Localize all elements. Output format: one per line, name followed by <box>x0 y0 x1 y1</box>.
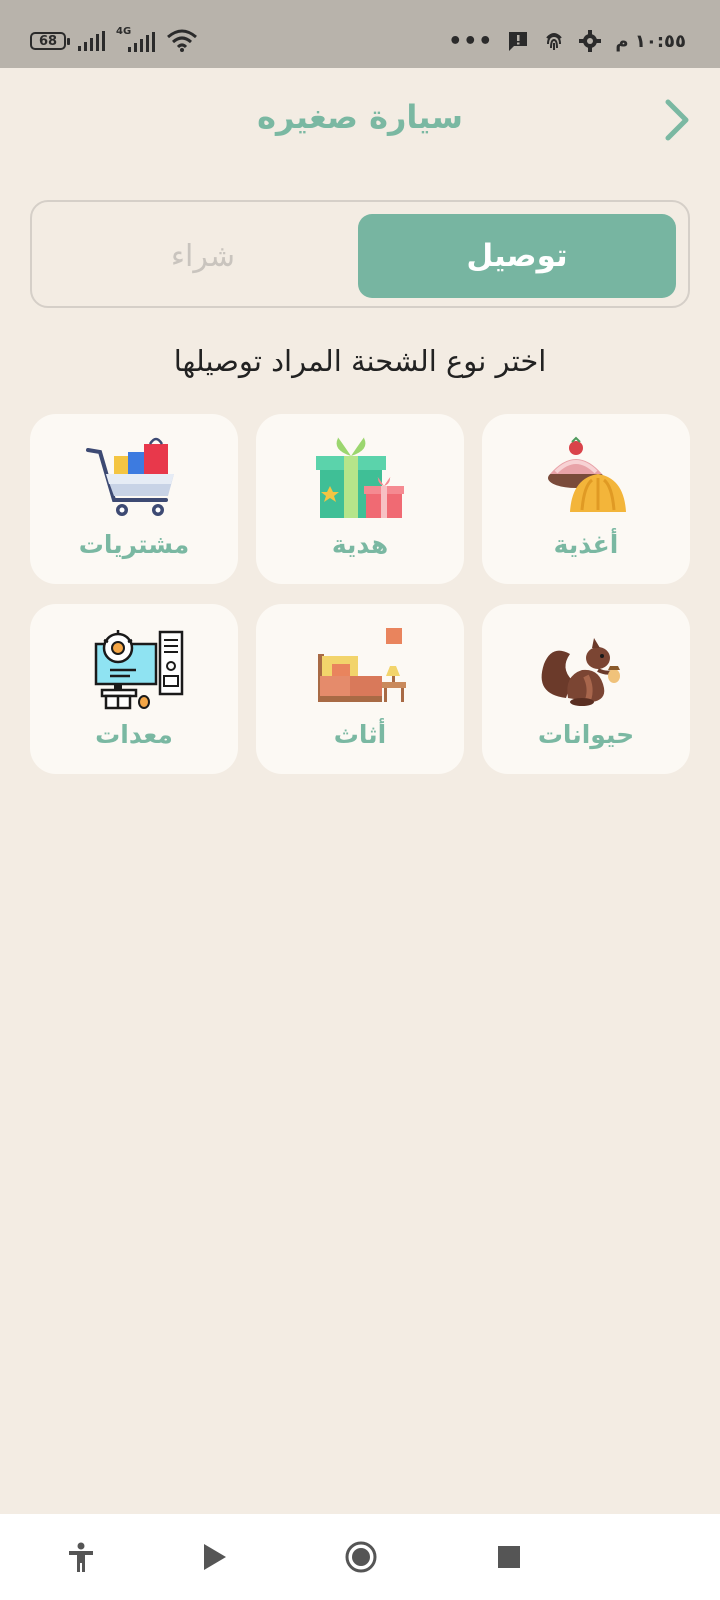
stop-square-icon[interactable] <box>492 1540 526 1574</box>
tab-delivery[interactable]: توصيل <box>358 214 676 298</box>
pastry-icon <box>548 436 626 512</box>
category-label: حيوانات <box>537 720 635 749</box>
shopping-cart-icon <box>86 437 174 516</box>
equipment-icon <box>94 630 184 710</box>
system-nav-bar <box>0 1514 720 1600</box>
category-label: أثاث <box>333 720 387 749</box>
accessibility-icon[interactable] <box>64 1540 98 1574</box>
category-card-food[interactable]: أغذية <box>482 414 690 584</box>
shipment-type-prompt: اختر نوع الشحنة المراد توصيلها <box>173 344 547 378</box>
category-card-purchases[interactable]: مشتريات <box>30 414 238 584</box>
page-title: سيارة صغيره <box>257 98 463 136</box>
squirrel-icon <box>541 638 620 706</box>
signal-4g-icon: 4G <box>116 26 156 54</box>
more-notifications-icon: ••• <box>448 28 494 54</box>
service-toggle: توصيل شراء <box>30 200 690 308</box>
category-card-furniture[interactable]: أثاث <box>256 604 464 774</box>
status-right: ••• ١٠:٥٥ م <box>448 26 686 56</box>
category-card-equipment[interactable]: معدات <box>30 604 238 774</box>
fingerprint-icon <box>546 33 563 50</box>
message-alert-icon <box>509 32 528 51</box>
settings-gear-icon <box>579 30 602 52</box>
battery-level: 68 <box>38 33 58 49</box>
category-label: هدية <box>331 530 389 559</box>
category-card-animals[interactable]: حيوانات <box>482 604 690 774</box>
tab-purchase[interactable]: شراء <box>44 214 362 298</box>
battery-icon: 68 <box>30 32 70 50</box>
category-label: مشتريات <box>78 530 190 559</box>
back-chevron-icon[interactable] <box>658 98 694 142</box>
furniture-icon <box>318 628 406 702</box>
category-card-gift[interactable]: هدية <box>256 414 464 584</box>
home-circle-icon[interactable] <box>344 1540 378 1574</box>
wifi-icon <box>167 29 197 52</box>
category-label: أغذية <box>553 530 619 559</box>
app-header: سيارة صغيره <box>0 68 720 168</box>
clock: ١٠:٥٥ م <box>615 30 686 52</box>
status-left: 68 4G <box>30 26 198 56</box>
gift-icon <box>316 437 404 518</box>
signal-icon <box>78 31 105 51</box>
category-label: معدات <box>95 720 173 749</box>
status-bar: 68 4G ••• ١٠:٥٥ م <box>0 0 720 68</box>
play-icon[interactable] <box>196 1540 230 1574</box>
